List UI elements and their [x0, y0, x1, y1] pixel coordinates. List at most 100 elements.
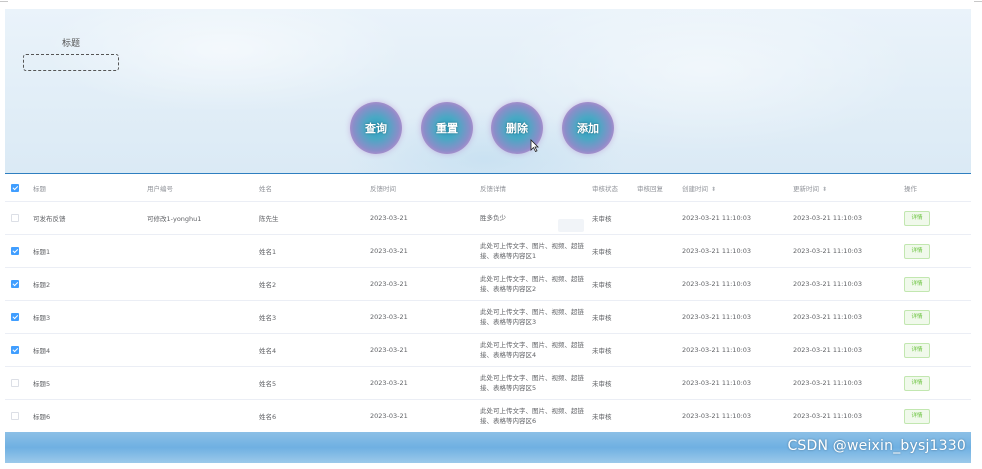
- add-button[interactable]: 添加: [562, 102, 614, 154]
- cell-action: 详情: [900, 234, 971, 268]
- cell-created-time: 2023-03-21 11:10:03: [678, 300, 789, 334]
- select-all-checkbox[interactable]: [11, 183, 19, 192]
- cell-user-id: 可修改1-yonghu1: [143, 201, 255, 235]
- cell-updated-time: 2023-03-21 11:10:03: [789, 399, 900, 433]
- header-created-time-label: 创建时间: [682, 184, 708, 193]
- row-select-cell[interactable]: [5, 300, 29, 334]
- page-frame: 标题 查询 重置 删除 添加 标题 用户编号 姓名 反馈时间 反馈详情 审核状态…: [5, 9, 971, 463]
- cell-action: 详情: [900, 300, 971, 334]
- reset-button[interactable]: 重置: [421, 102, 473, 154]
- select-all-cell[interactable]: [5, 174, 29, 202]
- cell-updated-time: 2023-03-21 11:10:03: [789, 201, 900, 235]
- highlight-block: [558, 219, 584, 232]
- table-row[interactable]: 标题6 姓名6 2023-03-21 此处可上传文字、图片、视频、超链接、表格等内容区…: [5, 399, 971, 433]
- row-select-cell[interactable]: [5, 267, 29, 301]
- row-checkbox[interactable]: [11, 280, 19, 288]
- cell-feedback-detail: 此处可上传文字、图片、视频、超链接、表格等内容区3: [476, 300, 588, 334]
- table-row[interactable]: 标题4 姓名4 2023-03-21 此处可上传文字、图片、视频、超链接、表格等内容区…: [5, 333, 971, 367]
- cell-review-status: 未审核: [588, 333, 633, 367]
- corner-mark-left: [0, 1, 8, 2]
- cell-user-id: [143, 399, 255, 433]
- cell-updated-time: 2023-03-21 11:10:03: [789, 333, 900, 367]
- cell-feedback-time: 2023-03-21: [366, 333, 476, 367]
- reset-button-label: 重置: [436, 122, 458, 135]
- detail-button[interactable]: 详情: [904, 210, 930, 226]
- header-feedback-detail: 反馈详情: [476, 174, 588, 202]
- cell-action: 详情: [900, 366, 971, 400]
- table-row[interactable]: 可发布反馈 可修改1-yonghu1 陈先生 2023-03-21 胜多负少 未审核 202…: [5, 201, 971, 235]
- mouse-cursor-icon: [530, 139, 539, 152]
- row-checkbox[interactable]: [11, 412, 19, 420]
- header-review-status: 审核状态: [588, 174, 633, 202]
- detail-button[interactable]: 详情: [904, 408, 930, 424]
- table-row[interactable]: 标题5 姓名5 2023-03-21 此处可上传文字、图片、视频、超链接、表格等内容区…: [5, 366, 971, 400]
- cell-action: 详情: [900, 399, 971, 433]
- cell-updated-time: 2023-03-21 11:10:03: [789, 234, 900, 268]
- cell-review-reply: [633, 399, 678, 433]
- row-select-cell[interactable]: [5, 234, 29, 268]
- row-checkbox[interactable]: [11, 379, 19, 387]
- cell-created-time: 2023-03-21 11:10:03: [678, 333, 789, 367]
- cell-created-time: 2023-03-21 11:10:03: [678, 201, 789, 235]
- row-select-cell[interactable]: [5, 333, 29, 367]
- cell-created-time: 2023-03-21 11:10:03: [678, 366, 789, 400]
- watermark: CSDN @weixin_bysj1330: [787, 438, 966, 454]
- query-button[interactable]: 查询: [350, 102, 402, 154]
- cell-review-status: 未审核: [588, 366, 633, 400]
- cell-title: 标题1: [29, 234, 143, 268]
- header-created-time[interactable]: 创建时间 ⬍: [678, 174, 789, 202]
- header-updated-time[interactable]: 更新时间 ⬍: [789, 174, 900, 202]
- cell-feedback-time: 2023-03-21: [366, 366, 476, 400]
- add-button-label: 添加: [577, 122, 599, 135]
- delete-button-label: 删除: [506, 122, 528, 135]
- detail-button[interactable]: 详情: [904, 276, 930, 292]
- table-body: 可发布反馈 可修改1-yonghu1 陈先生 2023-03-21 胜多负少 未审核 202…: [5, 201, 971, 433]
- cell-review-reply: [633, 366, 678, 400]
- row-checkbox[interactable]: [11, 214, 19, 222]
- cell-name: 姓名3: [255, 300, 366, 334]
- row-checkbox[interactable]: [11, 247, 19, 255]
- detail-button[interactable]: 详情: [904, 375, 930, 391]
- table-row[interactable]: 标题2 姓名2 2023-03-21 此处可上传文字、图片、视频、超链接、表格等内容区…: [5, 267, 971, 301]
- table-row[interactable]: 标题1 姓名1 2023-03-21 此处可上传文字、图片、视频、超链接、表格等内容区…: [5, 234, 971, 268]
- row-checkbox[interactable]: [11, 313, 19, 321]
- cell-review-reply: [633, 234, 678, 268]
- detail-button[interactable]: 详情: [904, 309, 930, 325]
- detail-button[interactable]: 详情: [904, 243, 930, 259]
- cell-name: 姓名2: [255, 267, 366, 301]
- cell-feedback-detail: 此处可上传文字、图片、视频、超链接、表格等内容区6: [476, 399, 588, 433]
- cell-updated-time: 2023-03-21 11:10:03: [789, 267, 900, 301]
- row-select-cell[interactable]: [5, 399, 29, 433]
- sort-icon[interactable]: ⬍: [711, 186, 716, 193]
- cell-name: 姓名6: [255, 399, 366, 433]
- cell-user-id: [143, 333, 255, 367]
- cell-feedback-detail: 此处可上传文字、图片、视频、超链接、表格等内容区4: [476, 333, 588, 367]
- header-feedback-time: 反馈时间: [366, 174, 476, 202]
- table-row[interactable]: 标题3 姓名3 2023-03-21 此处可上传文字、图片、视频、超链接、表格等内容区…: [5, 300, 971, 334]
- sort-icon[interactable]: ⬍: [822, 186, 827, 193]
- cell-feedback-time: 2023-03-21: [366, 234, 476, 268]
- cell-action: 详情: [900, 333, 971, 367]
- cell-created-time: 2023-03-21 11:10:03: [678, 399, 789, 433]
- cell-review-status: 未审核: [588, 267, 633, 301]
- row-select-cell[interactable]: [5, 366, 29, 400]
- cell-user-id: [143, 234, 255, 268]
- cell-review-reply: [633, 201, 678, 235]
- cell-title: 标题2: [29, 267, 143, 301]
- cell-feedback-time: 2023-03-21: [366, 201, 476, 235]
- detail-button[interactable]: 详情: [904, 342, 930, 358]
- cell-action: 详情: [900, 201, 971, 235]
- cell-title: 标题4: [29, 333, 143, 367]
- cell-name: 姓名4: [255, 333, 366, 367]
- cell-feedback-detail: 此处可上传文字、图片、视频、超链接、表格等内容区2: [476, 267, 588, 301]
- cell-feedback-time: 2023-03-21: [366, 399, 476, 433]
- cell-feedback-detail: 此处可上传文字、图片、视频、超链接、表格等内容区1: [476, 234, 588, 268]
- title-search-input[interactable]: [23, 54, 119, 71]
- row-checkbox[interactable]: [11, 346, 19, 354]
- cell-feedback-detail: 此处可上传文字、图片、视频、超链接、表格等内容区5: [476, 366, 588, 400]
- corner-mark-right: [974, 1, 982, 2]
- row-select-cell[interactable]: [5, 201, 29, 235]
- cell-name: 姓名5: [255, 366, 366, 400]
- cell-review-status: 未审核: [588, 234, 633, 268]
- query-button-label: 查询: [365, 122, 387, 135]
